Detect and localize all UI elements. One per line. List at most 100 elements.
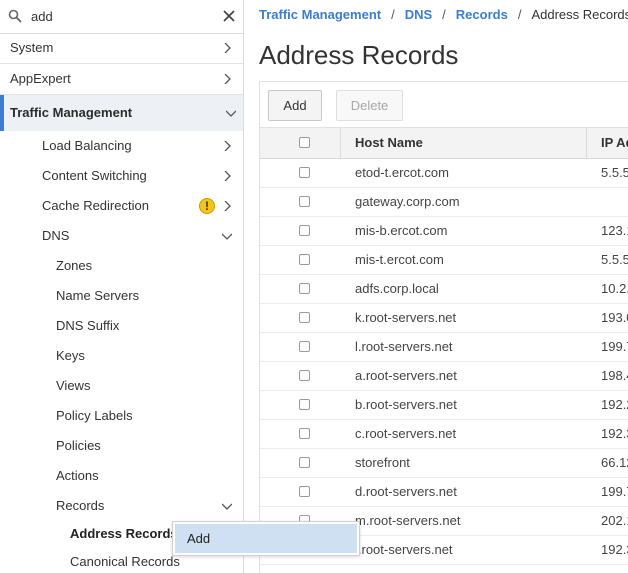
table-row[interactable]: storefront 66.12 [260,449,628,478]
row-checkbox[interactable] [299,399,310,410]
ip-address-cell: 192.3 [601,426,628,441]
breadcrumb-separator: / [442,7,446,22]
ip-address-cell: 66.12 [601,455,628,470]
row-checkbox[interactable] [299,486,310,497]
sidebar-item-views[interactable]: Views [0,371,243,401]
sidebar-item-dns[interactable]: DNS [0,221,243,251]
sidebar-item-records[interactable]: Records [0,491,243,521]
ip-address-cell: 10.2.2 [601,281,628,296]
search-icon [8,9,22,23]
ip-address-cell: 192.3 [601,542,628,557]
ip-address-cell: 198.4 [601,368,628,383]
table-row[interactable]: mis-b.ercot.com 123.1 [260,217,628,246]
sidebar-item-policies[interactable]: Policies [0,431,243,461]
sidebar-item-name-servers[interactable]: Name Servers [0,281,243,311]
host-name-cell: d.root-servers.net [355,484,457,499]
sidebar-item-label: Canonical Records [70,554,180,569]
sidebar-item-label: Load Balancing [42,138,132,153]
ip-address-cell: 199.7 [601,484,628,499]
chevron-right-icon [224,43,231,53]
context-menu-item-label: Add [187,531,211,546]
chevron-right-icon [224,141,231,151]
sidebar-item-keys[interactable]: Keys [0,341,243,371]
ip-address-cell: 202.1 [601,513,628,528]
sidebar-item-cache-redirection[interactable]: Cache Redirection ! [0,191,243,221]
table-row[interactable]: gateway.corp.com [260,188,628,217]
row-checkbox[interactable] [299,283,310,294]
column-divider [340,128,341,158]
host-name-cell: i.root-servers.net [355,542,453,557]
sidebar-item-dns-suffix[interactable]: DNS Suffix [0,311,243,341]
host-name-cell: mis-b.ercot.com [355,223,448,238]
host-name-cell: mis-t.ercot.com [355,252,444,267]
close-icon[interactable] [222,9,236,23]
table-row[interactable]: k.root-servers.net 193.0 [260,304,628,333]
search-input[interactable] [31,7,211,25]
delete-button[interactable]: Delete [336,90,403,121]
add-button[interactable]: Add [268,90,322,121]
sidebar-item-label: Policies [56,438,101,453]
row-checkbox[interactable] [299,341,310,352]
sidebar-nav: System AppExpert Traffic Management Load… [0,33,243,573]
chevron-down-icon [222,503,232,510]
sidebar-item-label: Address Records [70,526,178,541]
sidebar-item-label: Actions [56,468,99,483]
table-row[interactable]: etod-t.ercot.com 5.5.5. [260,159,628,188]
host-name-cell: j.root-servers.net [355,565,453,573]
table-row[interactable]: adfs.corp.local 10.2.2 [260,275,628,304]
sidebar-item-label: Views [56,378,91,393]
table-row[interactable]: b.root-servers.net 192.2 [260,391,628,420]
context-menu-item-add[interactable]: Add [175,524,357,553]
sidebar-item-label: DNS Suffix [56,318,120,333]
sidebar-item-policy-labels[interactable]: Policy Labels [0,401,243,431]
row-checkbox[interactable] [299,312,310,323]
sidebar-item-label: DNS [42,228,70,243]
breadcrumb-records[interactable]: Records [456,7,508,22]
sidebar-item-load-balancing[interactable]: Load Balancing [0,131,243,161]
page-title: Address Records [259,40,459,70]
row-checkbox[interactable] [299,254,310,265]
table-row[interactable]: j.root-servers.net 192.5 [260,565,628,573]
breadcrumb-dns[interactable]: DNS [405,7,432,22]
select-all-checkbox[interactable] [299,137,310,148]
breadcrumb-traffic-management[interactable]: Traffic Management [259,7,381,22]
column-header-host-name[interactable]: Host Name [355,128,423,158]
sidebar-item-system[interactable]: System [0,33,243,64]
row-checkbox[interactable] [299,428,310,439]
ip-address-cell: 5.5.5. [601,165,628,180]
sidebar-item-label: Records [56,498,105,513]
row-checkbox[interactable] [299,196,310,207]
sidebar-item-label: System [10,40,54,55]
sidebar-item-label: Policy Labels [56,408,133,423]
sidebar-item-label: Name Servers [56,288,140,303]
row-checkbox[interactable] [299,225,310,236]
sidebar-item-content-switching[interactable]: Content Switching [0,161,243,191]
table-row[interactable]: a.root-servers.net 198.4 [260,362,628,391]
host-name-cell: k.root-servers.net [355,310,457,325]
host-name-cell: gateway.corp.com [355,194,460,209]
table-row[interactable]: d.root-servers.net 199.7 [260,478,628,507]
sidebar-item-label: Keys [56,348,85,363]
context-menu: Add [172,521,360,556]
sidebar-item-traffic-management[interactable]: Traffic Management [0,95,243,131]
breadcrumb-separator: / [391,7,395,22]
column-header-ip-address[interactable]: IP Ad [601,128,628,158]
sidebar-item-zones[interactable]: Zones [0,251,243,281]
ip-address-cell: 5.5.5. [601,252,628,267]
ip-address-cell: 192.2 [601,397,628,412]
sidebar-item-label: AppExpert [10,71,71,86]
sidebar-item-appexpert[interactable]: AppExpert [0,64,243,95]
breadcrumb-current: Address Records [531,7,628,22]
address-records-table: Host Name IP Ad etod-t.ercot.com 5.5.5. ga… [259,127,628,573]
host-name-cell: c.root-servers.net [355,426,457,441]
table-body: etod-t.ercot.com 5.5.5. gateway.corp.com mi… [260,159,628,573]
sidebar-item-actions[interactable]: Actions [0,461,243,491]
column-divider [586,128,587,158]
table-row[interactable]: c.root-servers.net 192.3 [260,420,628,449]
table-row[interactable]: l.root-servers.net 199.7 [260,333,628,362]
host-name-cell: m.root-servers.net [355,513,461,528]
row-checkbox[interactable] [299,370,310,381]
row-checkbox[interactable] [299,167,310,178]
row-checkbox[interactable] [299,457,310,468]
table-row[interactable]: mis-t.ercot.com 5.5.5. [260,246,628,275]
